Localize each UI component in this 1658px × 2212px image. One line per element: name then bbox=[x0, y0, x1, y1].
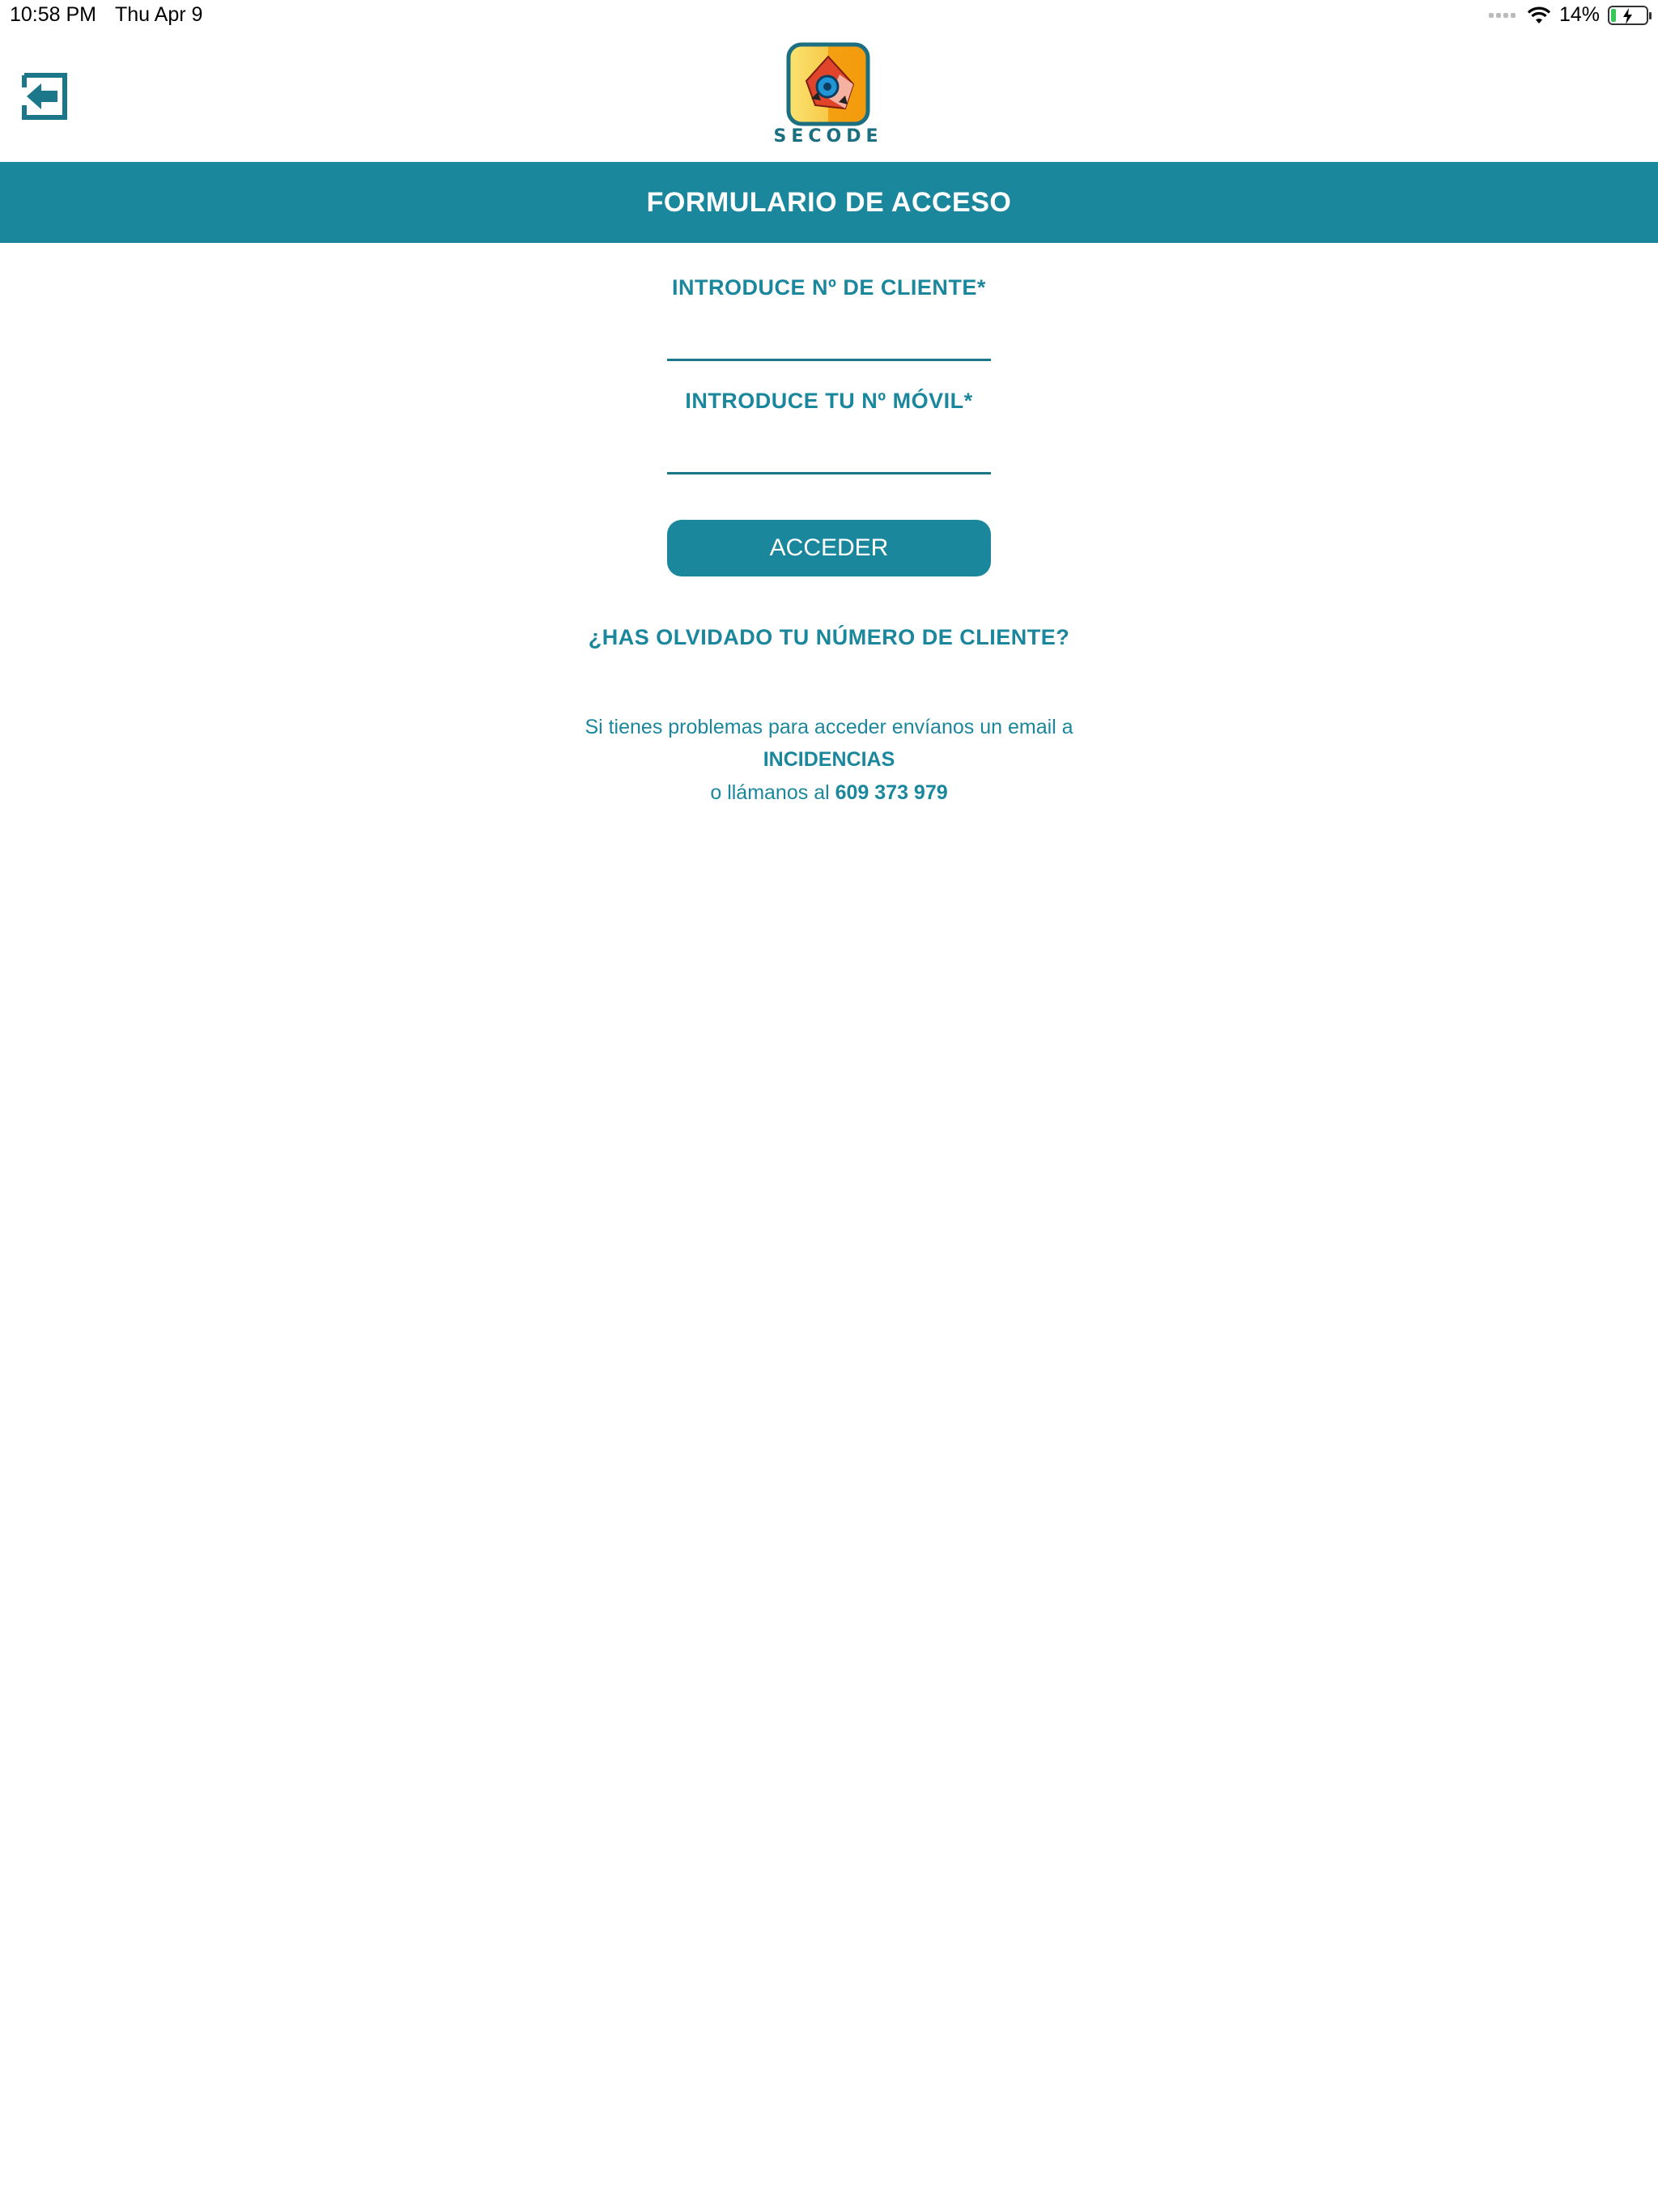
help-phone-row: o llámanos al 609 373 979 bbox=[0, 781, 1658, 805]
battery-charging-icon bbox=[1608, 5, 1652, 25]
logo-text: SECODE bbox=[773, 126, 883, 147]
client-number-label: INTRODUCE Nº DE CLIENTE* bbox=[672, 275, 986, 300]
forgot-client-number-link[interactable]: ¿HAS OLVIDADO TU NÚMERO DE CLIENTE? bbox=[0, 625, 1658, 650]
exit-arrow-icon bbox=[22, 73, 67, 120]
wifi-icon bbox=[1527, 6, 1551, 23]
status-time: 10:58 PM bbox=[10, 3, 97, 26]
logo-icon bbox=[786, 42, 870, 126]
cellular-icon bbox=[1488, 12, 1516, 18]
acceder-button[interactable]: ACCEDER bbox=[667, 520, 991, 576]
battery-percent: 14% bbox=[1558, 3, 1600, 26]
help-email-row: INCIDENCIAS bbox=[0, 748, 1658, 772]
back-button[interactable] bbox=[22, 73, 67, 120]
battery-level bbox=[1611, 8, 1616, 22]
mobile-number-label: INTRODUCE TU Nº MÓVIL* bbox=[685, 389, 973, 413]
title-banner: FORMULARIO DE ACCESO bbox=[0, 162, 1658, 243]
page-title: FORMULARIO DE ACCESO bbox=[646, 186, 1012, 218]
phone-prefix-text: o llámanos al bbox=[710, 781, 830, 804]
status-bar: 10:58 PM Thu Apr 9 14% bbox=[0, 0, 1658, 34]
status-indicators: 14% bbox=[1488, 3, 1652, 27]
client-number-input[interactable] bbox=[667, 321, 991, 361]
mobile-number-input[interactable] bbox=[667, 434, 991, 474]
phone-number-link[interactable]: 609 373 979 bbox=[835, 781, 948, 804]
charging-bolt-icon bbox=[1623, 7, 1632, 24]
help-text-line: Si tienes problemas para acceder envíano… bbox=[585, 716, 1073, 738]
incidencias-email-link[interactable]: INCIDENCIAS bbox=[763, 748, 895, 771]
status-date: Thu Apr 9 bbox=[115, 3, 203, 26]
secode-logo: SECODE bbox=[771, 42, 886, 147]
